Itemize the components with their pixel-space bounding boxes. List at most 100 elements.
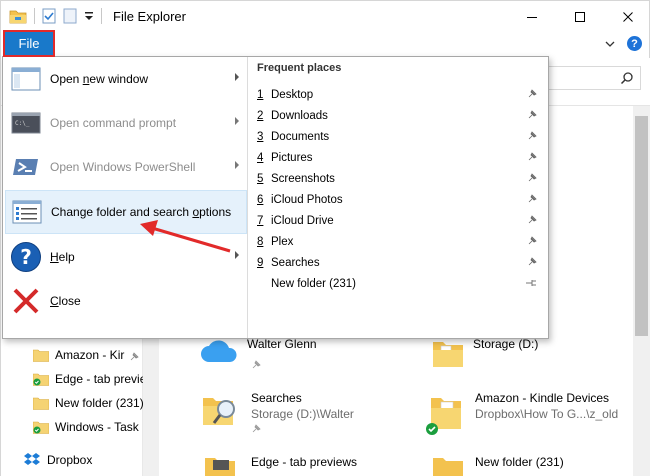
place-name: Plex	[271, 235, 294, 248]
properties-icon[interactable]	[42, 8, 56, 24]
place-name: New folder (231)	[271, 277, 357, 290]
file-menu-commands: Open new window C:\_ Open command prompt	[3, 57, 248, 338]
nav-item[interactable]: Edge - tab previe	[33, 372, 146, 386]
frequent-place-item[interactable]: 3 Documents	[257, 126, 541, 147]
place-number: 7	[257, 214, 264, 227]
nav-item[interactable]: Dropbox	[23, 452, 92, 468]
maximize-button[interactable]	[557, 1, 603, 33]
item-name: New folder (231)	[475, 455, 564, 469]
folder-icon	[433, 458, 463, 476]
frequent-place-item[interactable]: 5 Screenshots	[257, 168, 541, 189]
item-name: Amazon - Kindle Devices	[475, 391, 610, 405]
nav-item-label: Edge - tab previe	[55, 372, 147, 386]
open-command-prompt-item[interactable]: C:\_ Open command prompt	[5, 101, 247, 145]
toolbar-separator	[101, 8, 102, 24]
pin-icon[interactable]	[527, 194, 537, 204]
folder-icon	[33, 397, 49, 410]
close-icon	[623, 12, 633, 22]
item-name: Edge - tab previews	[251, 455, 358, 469]
frequent-place-item[interactable]: 6 iCloud Photos	[257, 189, 541, 210]
pin-icon[interactable]	[527, 257, 537, 267]
pin-icon[interactable]	[527, 173, 537, 183]
place-name: Searches	[271, 256, 320, 269]
dropbox-icon	[24, 453, 40, 465]
pin-icon	[252, 424, 261, 433]
search-input[interactable]	[541, 66, 641, 90]
item-path: Storage (D:)\Walter	[251, 407, 354, 421]
scrollbar-thumb[interactable]	[635, 116, 648, 336]
svg-text:?: ?	[20, 245, 32, 269]
new-folder-icon[interactable]	[63, 8, 77, 24]
unpinned-pin-icon[interactable]	[525, 278, 537, 288]
nav-item[interactable]: New folder (231)	[33, 396, 144, 410]
pin-icon[interactable]	[527, 152, 537, 162]
file-tab[interactable]: File	[3, 30, 55, 57]
content-scrollbar[interactable]	[633, 106, 650, 476]
place-name: Documents	[271, 130, 330, 143]
frequent-places-panel: Frequent places 1 Desktop 2 Downloads 3 …	[249, 57, 549, 338]
quick-access-item[interactable]: Edge - tab previews	[199, 454, 357, 476]
place-name: Screenshots	[271, 172, 335, 185]
svg-text:C:\_: C:\_	[15, 120, 30, 127]
annotation-arrow-icon	[140, 220, 231, 253]
submenu-arrow-icon	[235, 117, 239, 125]
ribbon-tabs	[0, 32, 650, 58]
frequent-place-item[interactable]: 9 Searches	[257, 252, 541, 273]
icloud-icon	[201, 340, 237, 362]
open-new-window-item[interactable]: Open new window	[5, 57, 247, 101]
pin-icon[interactable]	[527, 215, 537, 225]
nav-item-label: Dropbox	[47, 453, 93, 467]
place-number: 1	[257, 88, 264, 101]
folder-app-icon	[9, 10, 27, 24]
open-powershell-item[interactable]: Open Windows PowerShell	[5, 145, 247, 189]
place-name: Downloads	[271, 109, 328, 122]
nav-item-label: Windows - Task	[55, 420, 139, 434]
nav-item[interactable]: Windows - Task	[33, 420, 139, 434]
quick-access-item[interactable]: Amazon - Kindle Devices Dropbox\How To G…	[423, 390, 618, 438]
minimize-icon	[527, 17, 537, 18]
title-bar: File Explorer	[0, 0, 650, 32]
quick-access-item[interactable]: New folder (231)	[431, 454, 564, 476]
window-title: File Explorer	[113, 9, 186, 24]
pin-icon[interactable]	[527, 131, 537, 141]
nav-item[interactable]: Amazon - Kir	[33, 348, 124, 362]
close-menu-icon-wrap	[9, 284, 43, 318]
close-item[interactable]: Close	[5, 279, 247, 323]
place-name: iCloud Drive	[271, 214, 334, 227]
place-name: iCloud Photos	[271, 193, 343, 206]
quick-access-toolbar	[9, 8, 102, 24]
frequent-place-item[interactable]: 8 Plex	[257, 231, 541, 252]
frequent-place-item[interactable]: New folder (231)	[257, 273, 541, 294]
pin-icon[interactable]	[527, 89, 537, 99]
frequent-places-title: Frequent places	[257, 62, 342, 74]
minimize-button[interactable]	[509, 1, 555, 33]
close-window-button[interactable]	[605, 1, 650, 33]
place-number: 6	[257, 193, 264, 206]
pin-icon[interactable]	[527, 110, 537, 120]
toolbar-separator	[34, 8, 35, 24]
nav-item-label: New folder (231)	[55, 396, 144, 410]
place-number: 8	[257, 235, 264, 248]
maximize-icon	[575, 12, 585, 22]
quick-access-item[interactable]: Storage (D:)	[431, 336, 538, 370]
synced-folder-icon	[426, 398, 461, 435]
frequent-place-item[interactable]: 1 Desktop	[257, 84, 541, 105]
pin-icon[interactable]	[527, 236, 537, 246]
folder-icon	[33, 349, 49, 362]
menu-item-label: Close	[50, 294, 81, 308]
search-icon	[620, 72, 633, 85]
menu-item-label: Open command prompt	[50, 116, 177, 130]
customize-toolbar-icon[interactable]	[84, 10, 94, 22]
item-path: Dropbox\How To G...\z_old	[475, 407, 619, 421]
help-icon: ?	[11, 242, 41, 272]
frequent-place-item[interactable]: 4 Pictures	[257, 147, 541, 168]
chevron-down-icon[interactable]	[605, 40, 615, 48]
frequent-place-item[interactable]: 2 Downloads	[257, 105, 541, 126]
frequent-place-item[interactable]: 7 iCloud Drive	[257, 210, 541, 231]
folder-icon	[205, 458, 235, 476]
item-name: Searches	[251, 391, 302, 405]
help-button[interactable]: ?	[627, 36, 642, 51]
quick-access-item[interactable]: Searches Storage (D:)\Walter	[199, 390, 354, 430]
pin-icon	[130, 352, 139, 361]
menu-item-label: Open Windows PowerShell	[50, 160, 196, 174]
